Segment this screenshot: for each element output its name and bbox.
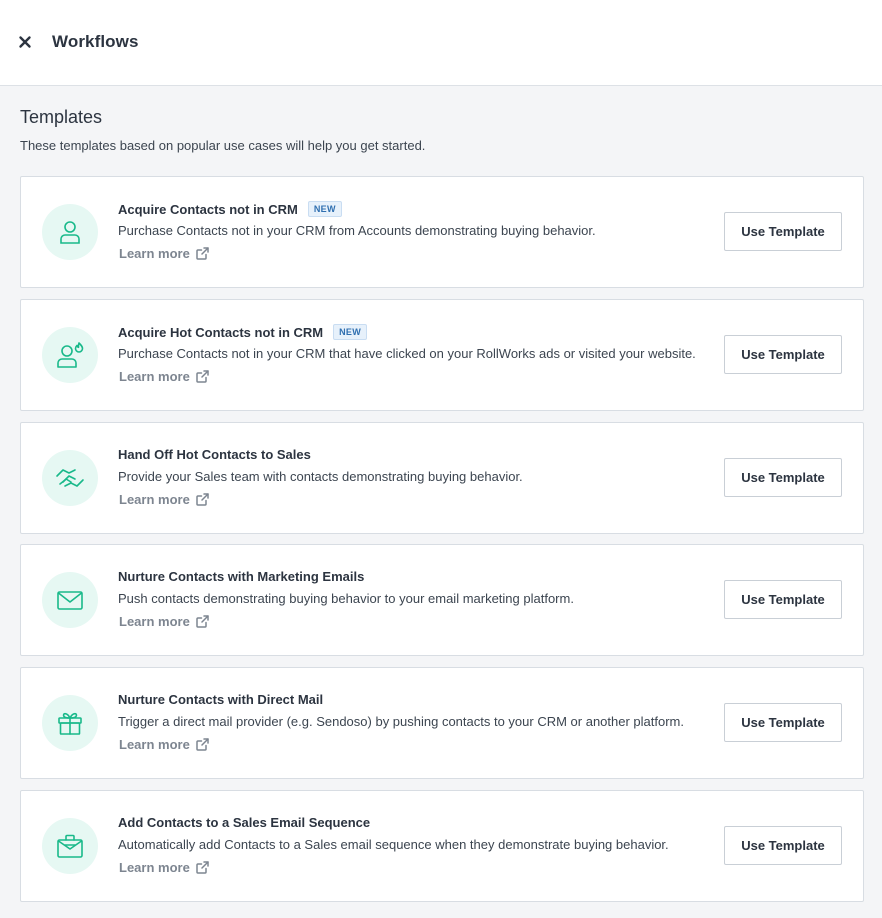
envelope-icon (42, 572, 98, 628)
template-title: Hand Off Hot Contacts to Sales (118, 447, 311, 462)
template-title: Add Contacts to a Sales Email Sequence (118, 815, 371, 830)
learn-more-label: Learn more (119, 492, 190, 507)
external-link-icon (196, 615, 209, 628)
use-template-button[interactable]: Use Template (724, 580, 842, 619)
use-template-button[interactable]: Use Template (724, 458, 842, 497)
template-card-acquire-contacts: Acquire Contacts not in CRM NEW Purchase… (20, 176, 864, 288)
use-template-button[interactable]: Use Template (724, 703, 842, 742)
external-link-icon (196, 247, 209, 260)
template-title: Nurture Contacts with Direct Mail (118, 692, 324, 707)
section-subtitle: These templates based on popular use cas… (20, 138, 426, 153)
learn-more-label: Learn more (119, 369, 190, 384)
template-card-sales-email-sequence: Add Contacts to a Sales Email Sequence A… (20, 790, 864, 902)
handshake-icon (42, 450, 98, 506)
person-icon (42, 204, 98, 260)
learn-more-label: Learn more (119, 614, 190, 629)
template-description: Purchase Contacts not in your CRM that h… (118, 346, 696, 361)
template-description: Push contacts demonstrating buying behav… (118, 591, 574, 606)
template-card-hand-off-hot-contacts: Hand Off Hot Contacts to Sales Provide y… (20, 422, 864, 534)
external-link-icon (196, 738, 209, 751)
briefcase-mail-icon (42, 818, 98, 874)
external-link-icon (196, 370, 209, 383)
template-title: Nurture Contacts with Marketing Emails (118, 569, 365, 584)
section-title: Templates (20, 107, 103, 127)
external-link-icon (196, 493, 209, 506)
gift-icon (42, 695, 98, 751)
template-description: Purchase Contacts not in your CRM from A… (118, 223, 596, 238)
learn-more-link[interactable]: Learn more (119, 860, 209, 875)
external-link-icon (196, 861, 209, 874)
hot-person-icon (42, 327, 98, 383)
new-badge: NEW (307, 201, 342, 217)
learn-more-link[interactable]: Learn more (119, 737, 209, 752)
template-card-acquire-hot-contacts: Acquire Hot Contacts not in CRM NEW Purc… (20, 299, 864, 411)
learn-more-link[interactable]: Learn more (119, 614, 209, 629)
use-template-button[interactable]: Use Template (724, 826, 842, 865)
template-title: Acquire Hot Contacts not in CRM (118, 324, 324, 340)
template-card-nurture-direct-mail: Nurture Contacts with Direct Mail Trigge… (20, 667, 864, 779)
template-description: Trigger a direct mail provider (e.g. Sen… (118, 714, 684, 729)
learn-more-label: Learn more (119, 246, 190, 261)
learn-more-link[interactable]: Learn more (119, 369, 209, 384)
top-bar: Workflows (0, 0, 882, 86)
use-template-button[interactable]: Use Template (724, 212, 842, 251)
learn-more-label: Learn more (119, 737, 190, 752)
page-title: Workflows (52, 32, 139, 51)
learn-more-link[interactable]: Learn more (119, 246, 209, 261)
template-card-nurture-marketing-emails: Nurture Contacts with Marketing Emails P… (20, 544, 864, 656)
new-badge: NEW (333, 324, 368, 340)
use-template-button[interactable]: Use Template (724, 335, 842, 374)
template-title: Acquire Contacts not in CRM (118, 201, 298, 217)
template-description: Provide your Sales team with contacts de… (118, 469, 523, 484)
learn-more-link[interactable]: Learn more (119, 492, 209, 507)
template-description: Automatically add Contacts to a Sales em… (118, 837, 669, 852)
close-icon[interactable] (16, 33, 34, 51)
learn-more-label: Learn more (119, 860, 190, 875)
